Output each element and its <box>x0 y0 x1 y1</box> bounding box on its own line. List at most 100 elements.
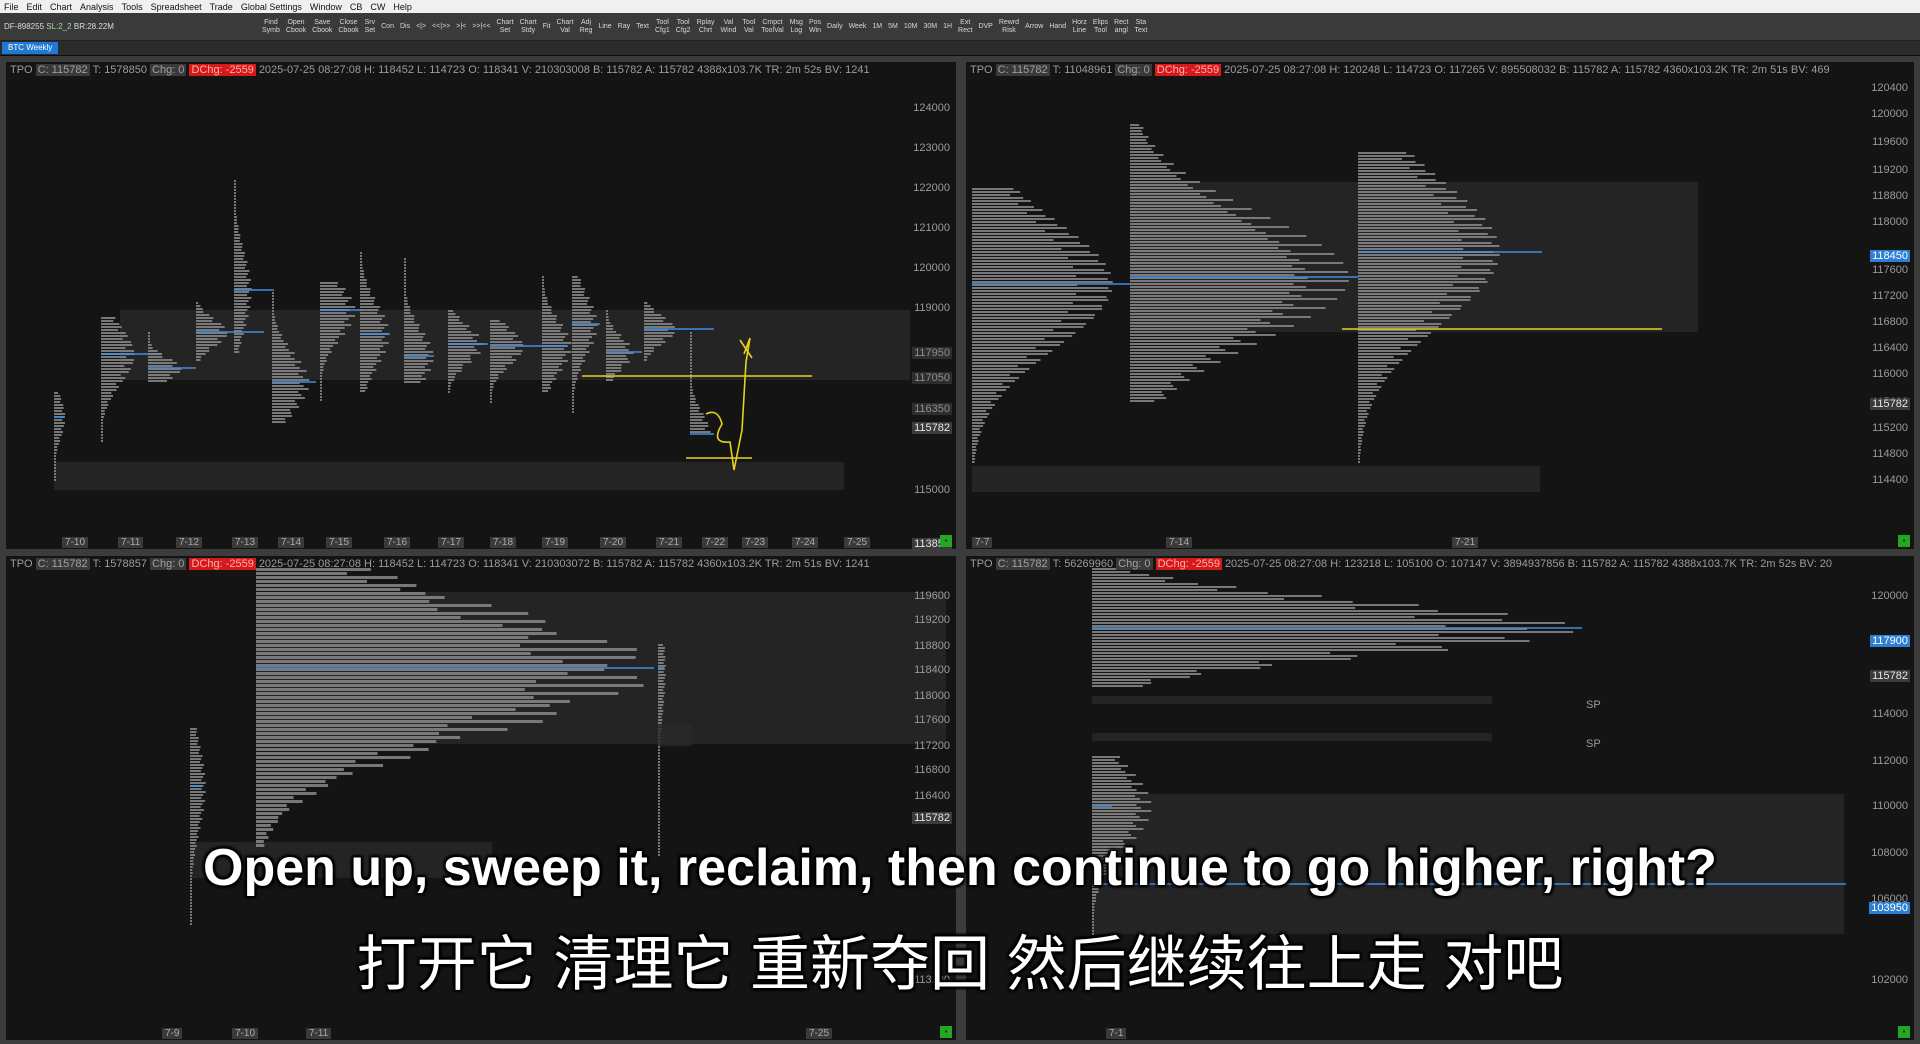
toolbar-button-32[interactable]: 30M <box>920 23 940 31</box>
menu-item-edit[interactable]: Edit <box>23 2 47 12</box>
tpo-row <box>404 321 415 323</box>
tpo-row <box>272 325 278 327</box>
toolbar-button-6[interactable]: Dis <box>397 23 413 31</box>
menu-item-file[interactable]: File <box>0 2 23 12</box>
menu-item-global-settings[interactable]: Global Settings <box>237 2 306 12</box>
toolbar-button-20[interactable]: Tool Cfg2 <box>673 19 694 35</box>
toolbar-button-11[interactable]: Chart Set <box>493 19 516 35</box>
status-indicator[interactable]: ▪ <box>940 535 952 547</box>
status-indicator[interactable]: ▪ <box>1898 1026 1910 1038</box>
toolbar-button-16[interactable]: Line <box>595 23 614 31</box>
tpo-row <box>690 422 709 424</box>
menu-item-analysis[interactable]: Analysis <box>76 2 118 12</box>
tpo-row <box>542 312 552 314</box>
menu-item-cb[interactable]: CB <box>346 2 367 12</box>
tpo-chart-svg[interactable] <box>6 62 956 549</box>
toolbar-button-8[interactable]: <<|>> <box>429 23 453 31</box>
tpo-row <box>256 820 278 823</box>
menu-item-help[interactable]: Help <box>389 2 416 12</box>
header-ticks: T: 1578857 <box>92 558 148 570</box>
tpo-row <box>1358 443 1362 445</box>
toolbar-button-29[interactable]: 1M <box>869 23 885 31</box>
tpo-row <box>972 353 1048 355</box>
tpo-row <box>972 386 1010 388</box>
toolbar-button-4[interactable]: Srv Set <box>362 19 379 35</box>
tab-btc-weekly[interactable]: BTC Weekly <box>2 42 59 54</box>
toolbar-button-34[interactable]: Ext Rect <box>955 19 975 35</box>
toolbar-button-23[interactable]: Tool Val <box>739 19 758 35</box>
toolbar-button-35[interactable]: DVP <box>975 23 995 31</box>
tpo-row <box>54 479 56 481</box>
tpo-row <box>234 249 242 251</box>
toolbar-button-7[interactable]: <|> <box>413 23 429 31</box>
toolbar-button-1[interactable]: Open Cbook <box>283 19 309 35</box>
tpo-row <box>320 345 334 347</box>
tpo-row <box>972 215 1046 217</box>
tpo-row <box>1130 385 1174 387</box>
tpo-row <box>256 584 417 587</box>
toolbar-button-33[interactable]: 1H <box>940 23 955 31</box>
tpo-row <box>54 467 56 469</box>
tpo-row <box>1092 661 1259 663</box>
toolbar-button-25[interactable]: Msg Log <box>787 19 806 35</box>
toolbar-button-19[interactable]: Tool Cfg1 <box>652 19 673 35</box>
price-tick-label: 119600 <box>914 590 950 602</box>
toolbar-button-18[interactable]: Text <box>633 23 652 31</box>
toolbar-button-0[interactable]: Find Symb <box>259 19 283 35</box>
chart-panel-top-left[interactable]: TPO C: 115782 T: 1578850 Chg: 0 DChg: -2559 2… <box>6 62 956 549</box>
toolbar-button-22[interactable]: Val Wind <box>717 19 739 35</box>
menu-item-window[interactable]: Window <box>306 2 346 12</box>
menu-item-chart[interactable]: Chart <box>46 2 76 12</box>
tpo-row <box>148 380 167 382</box>
menu-item-spreadsheet[interactable]: Spreadsheet <box>147 2 206 12</box>
tpo-row <box>1358 305 1462 307</box>
tpo-row <box>256 596 445 599</box>
tpo-row <box>972 434 980 436</box>
chart-panel-top-right[interactable]: TPO C: 115782 T: 11048961 Chg: 0 DChg: -2559… <box>966 62 1914 549</box>
toolbar-button-30[interactable]: 5M <box>885 23 901 31</box>
toolbar-button-28[interactable]: Week <box>846 23 870 31</box>
tpo-chart-svg[interactable] <box>966 62 1914 549</box>
tpo-row <box>1358 152 1407 154</box>
toolbar-button-26[interactable]: Pos Win <box>806 19 824 35</box>
price-tick-label: 112000 <box>1872 755 1908 767</box>
tpo-row <box>972 281 1113 283</box>
tpo-row <box>1358 230 1459 232</box>
toolbar-button-38[interactable]: Hand <box>1046 23 1069 31</box>
toolbar-button-41[interactable]: Rect angl <box>1111 19 1131 35</box>
toolbar-button-39[interactable]: Horz Line <box>1069 19 1090 35</box>
toolbar-button-13[interactable]: Fit <box>540 23 554 31</box>
toolbar-button-31[interactable]: 10M <box>901 23 921 31</box>
toolbar-button-21[interactable]: Rplay Chrt <box>694 19 718 35</box>
tpo-row <box>1130 172 1186 174</box>
tpo-row <box>272 295 274 297</box>
menu-item-trade[interactable]: Trade <box>206 2 237 12</box>
toolbar-button-2[interactable]: Save Cbook <box>309 19 335 35</box>
tpo-row <box>1092 831 1129 833</box>
toolbar-button-12[interactable]: Chart Stdy <box>517 19 540 35</box>
tpo-row <box>404 330 419 332</box>
toolbar-button-37[interactable]: Arrow <box>1022 23 1046 31</box>
toolbar-button-40[interactable]: Elips Tool <box>1090 19 1111 35</box>
toolbar-button-5[interactable]: Con <box>378 23 397 31</box>
status-indicator[interactable]: ▪ <box>940 1026 952 1038</box>
tpo-row <box>190 899 192 901</box>
tpo-row <box>690 347 692 349</box>
toolbar-button-3[interactable]: Close Cbook <box>335 19 361 35</box>
toolbar-button-42[interactable]: Sta Text <box>1131 19 1150 35</box>
tpo-row <box>1130 307 1326 309</box>
tpo-row <box>972 242 1081 244</box>
toolbar-button-36[interactable]: Rewrd Risk <box>996 19 1022 35</box>
toolbar-button-9[interactable]: >|< <box>453 23 469 31</box>
menu-item-tools[interactable]: Tools <box>118 2 147 12</box>
tpo-row <box>972 458 976 460</box>
toolbar-button-15[interactable]: Adj Reg <box>577 19 596 35</box>
menu-item-cw[interactable]: CW <box>366 2 389 12</box>
toolbar-button-24[interactable]: Cmpct ToolVal <box>758 19 786 35</box>
tpo-row <box>196 338 218 340</box>
toolbar-button-14[interactable]: Chart Val <box>553 19 576 35</box>
toolbar-button-10[interactable]: >>|<< <box>469 23 493 31</box>
toolbar-button-17[interactable]: Ray <box>615 23 633 31</box>
toolbar-button-27[interactable]: Daily <box>824 23 846 31</box>
status-indicator[interactable]: ▪ <box>1898 535 1910 547</box>
